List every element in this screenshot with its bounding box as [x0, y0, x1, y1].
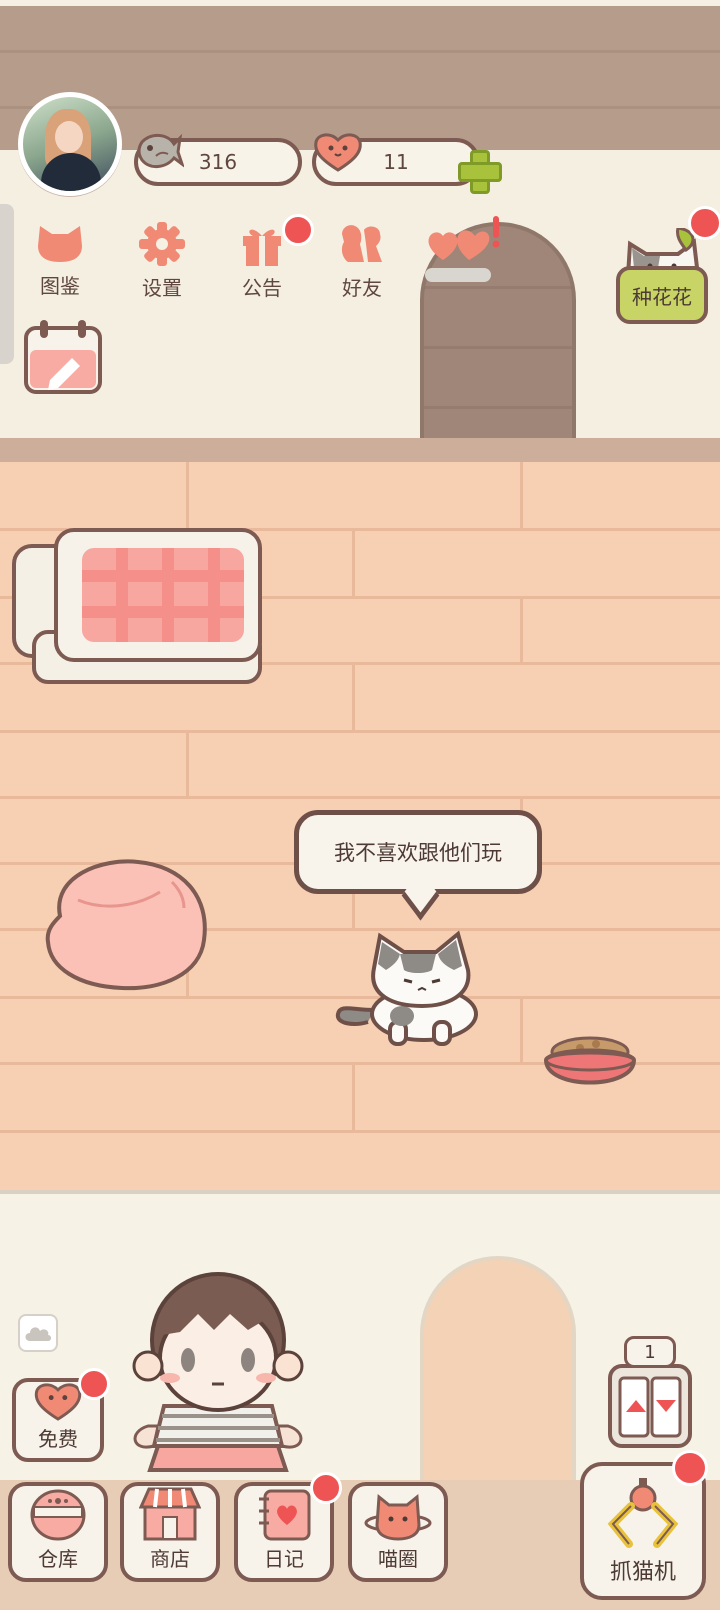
- menu-label-collection: 图鉴: [40, 274, 80, 298]
- shop-icon: [139, 1487, 201, 1541]
- calendar-button[interactable]: [22, 318, 104, 396]
- menu-hearts-button[interactable]: [424, 214, 504, 284]
- nav-shop-button[interactable]: 商店: [120, 1482, 220, 1582]
- player-avatar[interactable]: [18, 92, 122, 196]
- fish-count: 316: [198, 150, 238, 174]
- calendar-pen-icon: [24, 320, 102, 394]
- bed[interactable]: [12, 528, 264, 688]
- gift-icon: [243, 229, 281, 266]
- cat-character[interactable]: [334, 930, 494, 1050]
- food-bowl[interactable]: [540, 1030, 640, 1096]
- menu-label-settings: 设置: [142, 276, 182, 300]
- plant-flowers-button[interactable]: 种花花: [616, 228, 708, 324]
- player-girl-character[interactable]: [118, 1256, 318, 1486]
- diary-badge: [310, 1472, 342, 1504]
- nav-shop-label: 商店: [150, 1547, 190, 1571]
- friends-icon: [341, 225, 382, 262]
- floor-elevator-button[interactable]: 1: [608, 1336, 692, 1448]
- fish-icon: [137, 133, 184, 168]
- floor-number: 1: [624, 1336, 676, 1368]
- cloud-icon: [25, 1327, 51, 1341]
- free-reward-badge: [78, 1368, 110, 1400]
- menu-collection-button[interactable]: 图鉴: [20, 222, 100, 304]
- cat-head-icon: [38, 226, 82, 262]
- menu-settings-button[interactable]: 设置: [122, 222, 202, 304]
- add-hearts-button[interactable]: [456, 148, 502, 194]
- claw-icon: [607, 1478, 679, 1548]
- upper-floor: [0, 438, 720, 462]
- claw-machine-label: 抓猫机: [609, 1560, 676, 1585]
- bean-bag[interactable]: [42, 856, 212, 992]
- lower-doorway: [420, 1256, 576, 1506]
- diary-icon: [259, 1489, 311, 1541]
- nav-diary-label: 日记: [264, 1547, 304, 1571]
- plant-flowers-label: 种花花: [632, 284, 692, 309]
- elevator-icon: [608, 1364, 692, 1448]
- hearts-exclaim-icon: [425, 216, 500, 282]
- heart-count: 11: [383, 150, 409, 174]
- nav-storage-button[interactable]: 仓库: [8, 1482, 108, 1582]
- menu-label-announcement: 公告: [242, 276, 282, 300]
- heart-face-icon: [34, 1383, 82, 1421]
- storage-icon: [30, 1489, 86, 1541]
- gear-icon: [139, 222, 185, 266]
- nav-meowcircle-button[interactable]: 喵圈: [348, 1482, 448, 1582]
- heart-face-icon: [314, 133, 362, 172]
- menu-label-friends: 好友: [342, 276, 382, 300]
- plant-flowers-badge: [688, 206, 720, 240]
- cloud-toggle-button[interactable]: [18, 1314, 58, 1352]
- claw-machine-badge: [672, 1450, 708, 1486]
- free-reward-label: 免费: [38, 1427, 78, 1451]
- announcement-badge: [282, 214, 314, 246]
- nav-meowcircle-label: 喵圈: [378, 1547, 418, 1571]
- cat-speech-bubble: 我不喜欢跟他们玩: [294, 810, 542, 894]
- nav-storage-label: 仓库: [38, 1547, 78, 1571]
- planet-cat-icon: [364, 1494, 432, 1541]
- side-drawer-handle[interactable]: [0, 204, 14, 364]
- game-screen: 我不喜欢跟他们玩 316 11 图鉴 设置 公告 好友 种花花 免费 1 仓库 …: [0, 0, 720, 1610]
- menu-friends-button[interactable]: 好友: [322, 222, 402, 304]
